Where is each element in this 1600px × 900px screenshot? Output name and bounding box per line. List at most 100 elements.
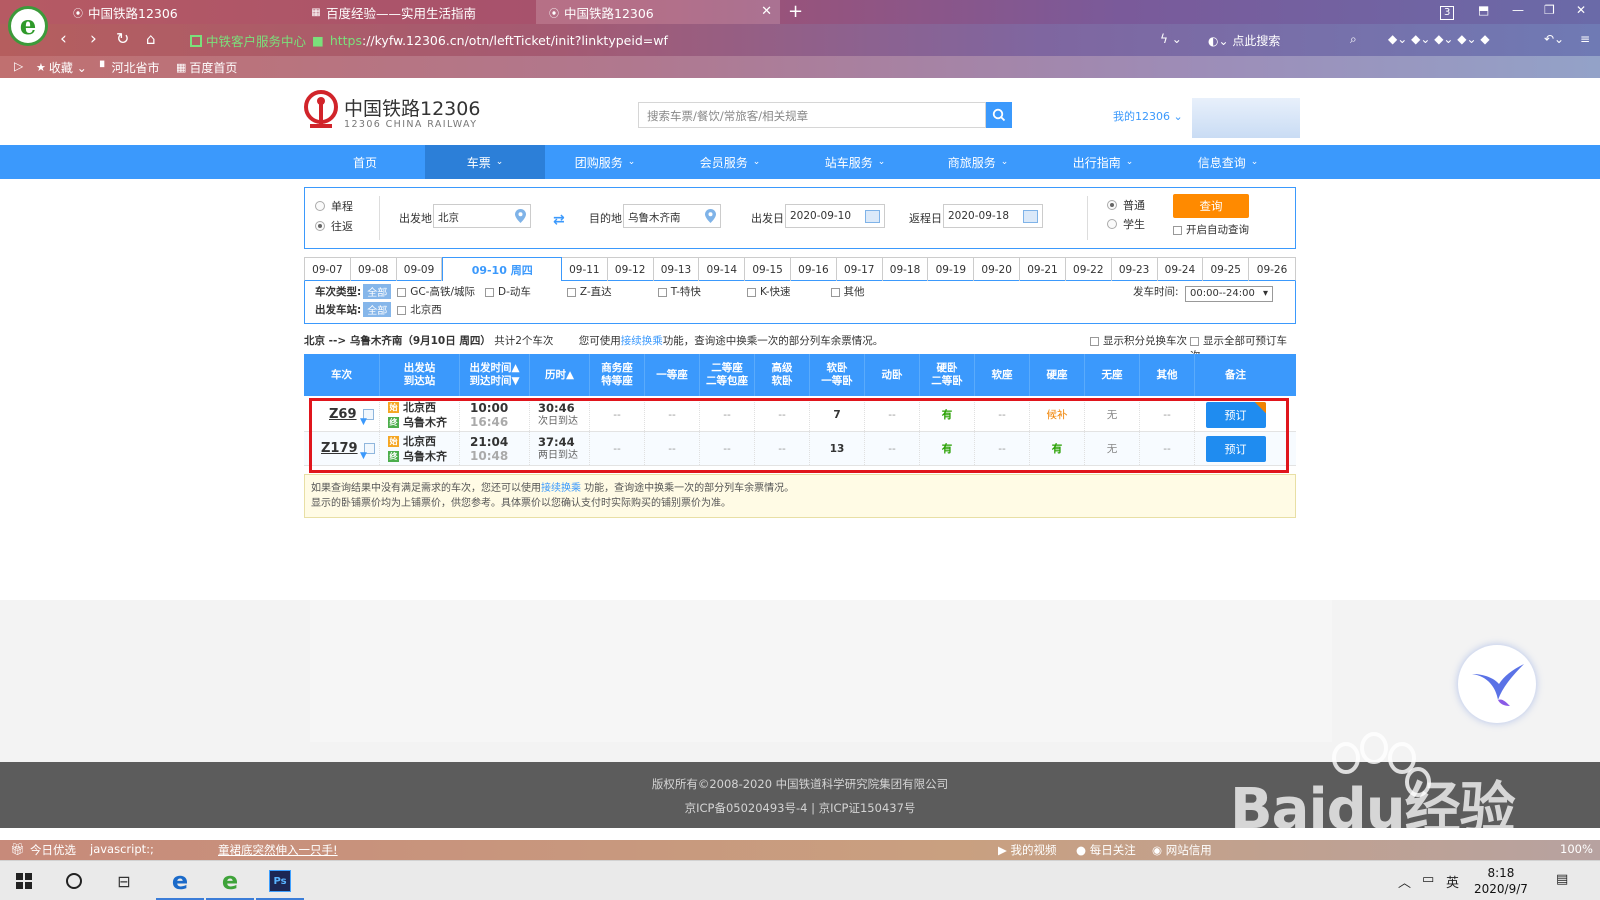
- edge-browser-icon[interactable]: e: [156, 861, 204, 900]
- nav-member-service[interactable]: 会员服务 ⌄: [670, 145, 790, 179]
- bookmark-hebei[interactable]: ▘ 河北省市: [100, 59, 159, 76]
- date-tab[interactable]: 09-08: [351, 258, 397, 281]
- browser-tab-1[interactable]: ⦿ 中国铁路12306: [60, 0, 296, 24]
- home-icon[interactable]: ⌂: [146, 30, 156, 48]
- nav-group-service[interactable]: 团购服务 ⌄: [545, 145, 665, 179]
- filter-z[interactable]: Z-直达: [566, 284, 612, 299]
- nav-travel-guide[interactable]: 出行指南 ⌄: [1043, 145, 1163, 179]
- status-credit[interactable]: ◉ 网站信用: [1152, 842, 1212, 858]
- nav-info-query[interactable]: 信息查询 ⌄: [1168, 145, 1288, 179]
- date-tab[interactable]: 09-17: [837, 258, 883, 281]
- book-button[interactable]: 预订: [1205, 401, 1266, 428]
- filter-other[interactable]: 其他: [830, 284, 865, 299]
- browser-tab-3[interactable]: ⦿ 中国铁路12306 ✕: [536, 0, 780, 24]
- return-date-input[interactable]: 2020-09-18: [943, 204, 1043, 228]
- from-station-input[interactable]: 北京: [433, 204, 531, 228]
- search-engine-selector[interactable]: ◐⌄ 点此搜索: [1208, 32, 1280, 49]
- train-type-all[interactable]: 全部: [363, 284, 392, 299]
- date-tab[interactable]: 09-11: [562, 258, 608, 281]
- seat-soft-sleeper[interactable]: 13: [810, 432, 865, 465]
- bookmark-favorites[interactable]: ★ 收藏 ⌄: [36, 59, 87, 76]
- date-tab[interactable]: 09-26: [1249, 258, 1295, 281]
- date-tab[interactable]: 09-13: [654, 258, 700, 281]
- seat-hard-sleeper[interactable]: 有: [920, 432, 975, 465]
- round-trip-radio[interactable]: 往返: [315, 218, 353, 234]
- lightning-icon[interactable]: ϟ ⌄: [1160, 32, 1182, 46]
- depart-time-select[interactable]: 00:00--24:00 ▾: [1185, 286, 1273, 302]
- date-tab[interactable]: 09-19: [928, 258, 975, 281]
- site-search-input[interactable]: 搜索车票/餐饮/常旅客/相关规章: [638, 102, 986, 128]
- status-news[interactable]: 童裙底突然伸入一只手!: [218, 842, 338, 858]
- train-number-link[interactable]: Z179: [321, 441, 358, 456]
- nav-home[interactable]: 首页: [305, 145, 425, 179]
- date-tab[interactable]: 09-16: [791, 258, 837, 281]
- ime-indicator[interactable]: 英: [1446, 872, 1459, 891]
- zoom-level[interactable]: 100%: [1560, 842, 1593, 856]
- nav-business-service[interactable]: 商旅服务 ⌄: [918, 145, 1038, 179]
- col-duration[interactable]: 历时▲: [530, 354, 590, 396]
- status-videos[interactable]: ▶ 我的视频: [998, 842, 1057, 858]
- date-tab[interactable]: 09-15: [745, 258, 792, 281]
- close-window-icon[interactable]: ✕: [1576, 3, 1586, 17]
- book-button[interactable]: 预订: [1205, 435, 1266, 462]
- browser-tab-2[interactable]: ▦ 百度经验——实用生活指南: [298, 0, 534, 24]
- date-tab[interactable]: 09-25: [1203, 258, 1250, 281]
- browser-logo-icon[interactable]: e: [8, 6, 48, 46]
- search-icon[interactable]: ⌕: [1350, 32, 1357, 47]
- to-station-input[interactable]: 乌鲁木齐南: [623, 204, 721, 228]
- show-points-checkbox[interactable]: 显示积分兑换车次: [1090, 333, 1187, 348]
- site-search-button[interactable]: [986, 102, 1012, 128]
- date-tab-selected[interactable]: 09-10 周四: [442, 257, 562, 282]
- menu-icon[interactable]: ≡: [1580, 32, 1590, 46]
- network-icon[interactable]: ▭: [1422, 872, 1434, 887]
- back-icon[interactable]: ‹: [60, 30, 67, 48]
- shirt-icon[interactable]: ⬒: [1478, 3, 1489, 17]
- search-circle-icon[interactable]: [50, 861, 98, 900]
- query-button[interactable]: 查询: [1173, 194, 1249, 218]
- transfer-link[interactable]: 接续换乘: [541, 483, 581, 494]
- status-today[interactable]: 今日优选: [30, 842, 76, 858]
- nav-station-service[interactable]: 站车服务 ⌄: [795, 145, 915, 179]
- date-tab[interactable]: 09-21: [1020, 258, 1066, 281]
- filter-d[interactable]: D-动车: [485, 284, 531, 299]
- auto-query-checkbox[interactable]: 开启自动查询: [1173, 222, 1249, 237]
- notification-icon[interactable]: ▤: [1556, 872, 1568, 887]
- 360-browser-icon[interactable]: e: [206, 861, 254, 900]
- date-tab[interactable]: 09-24: [1158, 258, 1204, 281]
- depart-station-all[interactable]: 全部: [363, 302, 392, 317]
- tab-count-badge[interactable]: 3: [1440, 6, 1455, 20]
- seat-hard-seat[interactable]: 候补: [1030, 398, 1085, 431]
- transfer-link[interactable]: 接续换乘: [621, 335, 663, 347]
- train-number-link[interactable]: Z69: [329, 407, 357, 422]
- col-times[interactable]: 出发时间▲ 到达时间▼: [460, 354, 530, 396]
- new-tab-button[interactable]: +: [788, 1, 803, 22]
- adult-ticket-radio[interactable]: 普通: [1107, 197, 1145, 213]
- date-tab[interactable]: 09-09: [397, 258, 443, 281]
- tray-expand-icon[interactable]: ︿: [1398, 872, 1411, 891]
- expand-caret-icon[interactable]: ▼: [360, 417, 367, 427]
- sidebar-toggle-icon[interactable]: ▷: [14, 59, 23, 73]
- undo-icon[interactable]: ↶⌄: [1544, 32, 1564, 46]
- date-tab[interactable]: 09-18: [883, 258, 929, 281]
- filter-t[interactable]: T-特快: [657, 284, 701, 299]
- windows-start-icon[interactable]: [0, 861, 48, 900]
- filter-k[interactable]: K-快速: [746, 284, 791, 299]
- student-ticket-radio[interactable]: 学生: [1107, 216, 1145, 232]
- date-tab[interactable]: 09-22: [1066, 258, 1112, 281]
- my12306-menu[interactable]: 我的12306 ⌄ |: [1113, 108, 1197, 124]
- close-tab-icon[interactable]: ✕: [761, 4, 772, 19]
- date-tab[interactable]: 09-07: [305, 258, 351, 281]
- swap-stations-icon[interactable]: ⇄: [553, 212, 565, 228]
- seat-hard-sleeper[interactable]: 有: [920, 398, 975, 431]
- forward-icon[interactable]: ›: [90, 30, 97, 48]
- bookmark-baidu[interactable]: ▦ 百度首页: [176, 59, 237, 76]
- railway-logo-icon[interactable]: [302, 90, 340, 130]
- gift-icon[interactable]: 🎁︎: [10, 842, 25, 856]
- photoshop-icon[interactable]: Ps: [256, 861, 304, 900]
- seat-soft-sleeper[interactable]: 7: [810, 398, 865, 431]
- expand-caret-icon[interactable]: ▼: [360, 451, 367, 461]
- date-tab[interactable]: 09-23: [1112, 258, 1158, 281]
- filter-station-beijingxi[interactable]: 北京西: [397, 302, 442, 317]
- depart-date-input[interactable]: 2020-09-10: [785, 204, 885, 228]
- date-tab[interactable]: 09-12: [608, 258, 654, 281]
